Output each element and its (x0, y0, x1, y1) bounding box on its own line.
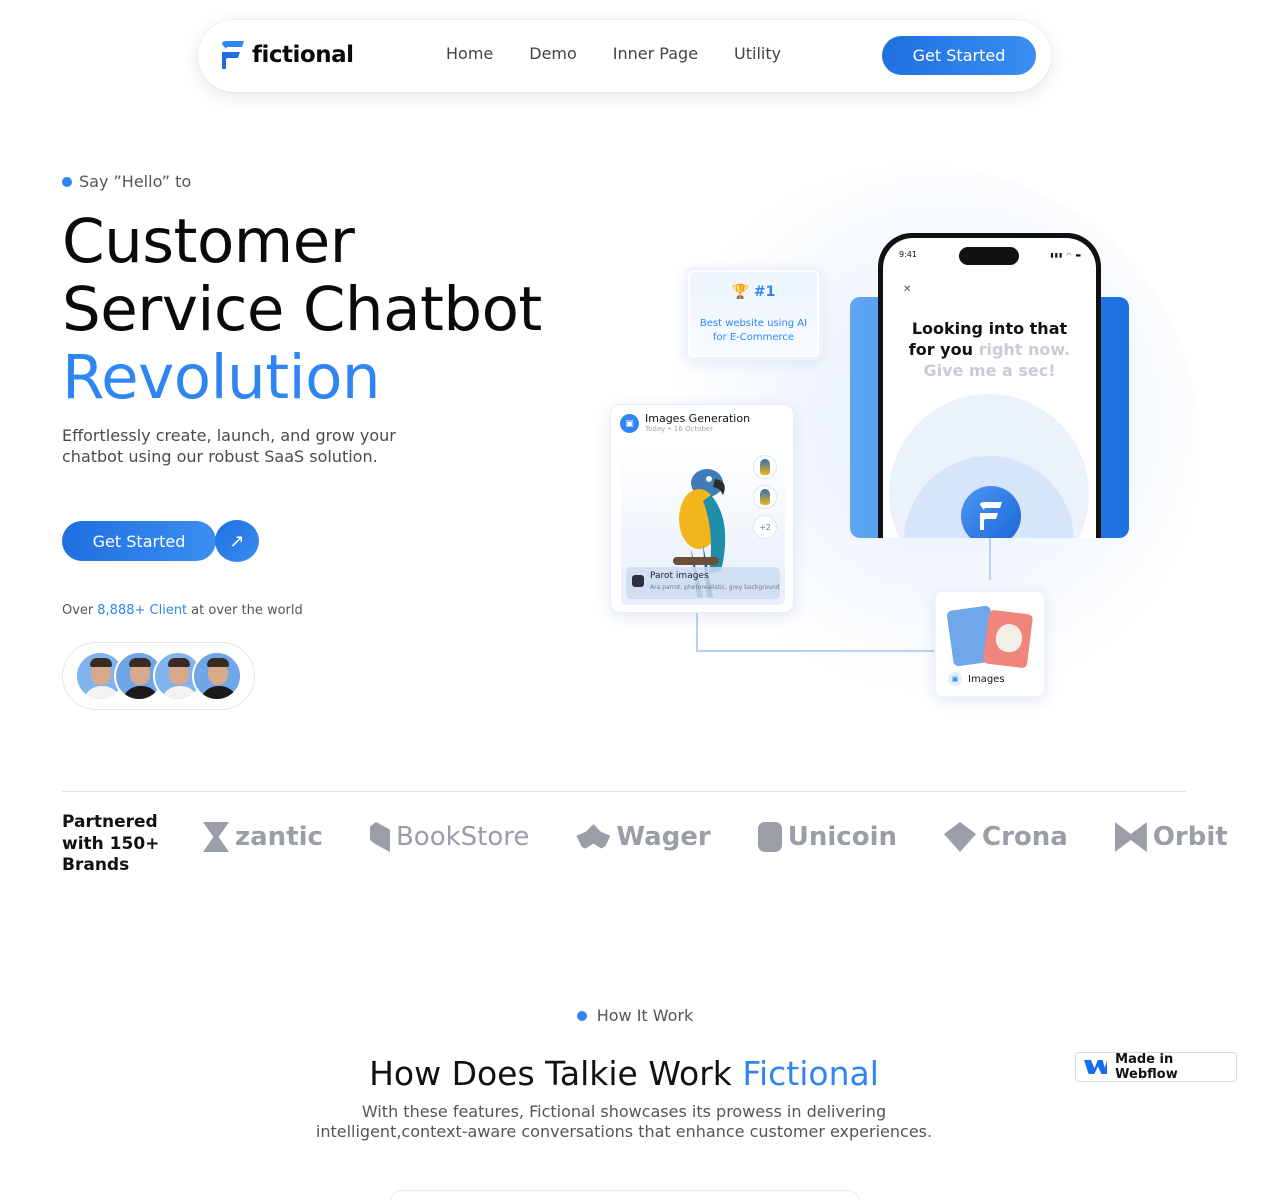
brand-name: Wager (616, 822, 711, 852)
dot-icon (576, 1010, 587, 1021)
logo-text: fictional (252, 42, 354, 68)
hero-eyebrow: Say ”Hello” to (62, 172, 191, 191)
prompt-subtitle: Ara parrot, photorealistic, grey backgro… (650, 584, 780, 591)
brand-name: Crona (982, 822, 1068, 852)
feature-card (390, 1190, 860, 1200)
thumbnail-list: +2 (753, 455, 777, 539)
brand-crona: Crona (944, 822, 1068, 852)
thumbnail[interactable] (753, 485, 777, 509)
gen-date: Today • 16 October (645, 425, 713, 433)
thumbnail[interactable] (753, 455, 777, 479)
award-card: 🏆 #1 Best website using AI for E-Commerc… (685, 267, 822, 360)
brand-orbit: Orbit (1114, 822, 1228, 852)
hero-title-line1: Customer (62, 206, 355, 277)
brand-wager: Wager (576, 822, 711, 852)
arrow-up-right-icon[interactable]: ↗ (215, 520, 259, 562)
hero-get-started-button[interactable]: Get Started (62, 521, 216, 561)
phone-message: Looking into that for you right now. Giv… (897, 318, 1082, 381)
images-label-text: Images (968, 673, 1005, 685)
brand-name: BookStore (395, 822, 530, 852)
gen-title: Images Generation (645, 412, 751, 425)
made-in-webflow-badge[interactable]: Made in Webflow (1075, 1052, 1237, 1082)
brand-name: Orbit (1152, 822, 1228, 852)
nav-link-inner-page[interactable]: Inner Page (613, 44, 698, 63)
crona-icon (944, 822, 976, 852)
logo-icon (220, 40, 246, 70)
unicoin-icon (757, 822, 782, 852)
phone-mockup: 9:41 ▮▮▮ ◠ ▬ ✕ Looking into that for you… (878, 233, 1101, 538)
logo[interactable]: fictional (220, 40, 354, 70)
prompt-bar: Parot images Ara parrot, photorealistic,… (626, 567, 780, 599)
close-icon[interactable]: ✕ (903, 284, 911, 295)
clients-suffix: at over the world (191, 603, 303, 618)
hero-cta-group: Get Started ↗ (62, 520, 259, 562)
how-title-accent: Fictional (742, 1054, 879, 1093)
connector-line (696, 612, 698, 652)
bookstore-icon (369, 822, 390, 852)
partners-label: Partnered with 150+ Brands (62, 812, 160, 875)
brand-name: zantic (235, 822, 323, 852)
how-eyebrow: How It Work (0, 1006, 1270, 1025)
avatar (192, 651, 242, 701)
award-text: Best website using AI for E-Commerce (699, 318, 808, 343)
image-generation-card: ▣ Images Generation Today • 16 October +… (610, 404, 794, 613)
clients-highlight: 8,888+ Client (97, 603, 188, 618)
image-icon: ▣ (620, 414, 639, 433)
zantic-icon (203, 822, 229, 852)
dot-icon (62, 176, 72, 187)
how-subtitle: With these features, Fictional showcases… (0, 1102, 1248, 1142)
hero-eyebrow-text: Say ”Hello” to (79, 172, 192, 191)
clients-prefix: Over (62, 603, 94, 618)
brand-unicoin: Unicoin (757, 822, 897, 852)
logo-icon (980, 502, 1002, 530)
generated-image: +2 Parot images Ara parrot, photorealist… (621, 447, 785, 605)
trophy-icon: 🏆 #1 (731, 284, 776, 300)
brand-bookstore: BookStore (369, 822, 530, 852)
nav-links: Home Demo Inner Page Utility (446, 44, 781, 63)
top-nav: fictional Home Demo Inner Page Utility G… (198, 20, 1051, 92)
images-card: ▣ Images (934, 590, 1046, 698)
phone-time: 9:41 (899, 250, 917, 259)
clients-text: Over 8,888+ Client at over the world (62, 603, 303, 618)
avatar-group (62, 642, 255, 710)
image-icon: ▣ (948, 672, 962, 686)
hero-subtitle: Effortlessly create, launch, and grow yo… (62, 426, 396, 466)
nav-link-utility[interactable]: Utility (734, 44, 781, 63)
prompt-title: Parot images (650, 571, 709, 581)
orbit-icon (1114, 822, 1147, 852)
how-subtitle-text: With these features, Fictional showcases… (315, 1102, 933, 1141)
nav-link-demo[interactable]: Demo (529, 44, 577, 63)
brand-zantic: zantic (203, 822, 323, 852)
wager-icon (576, 824, 611, 850)
more-thumbnails[interactable]: +2 (753, 515, 777, 539)
webflow-label: Made in Webflow (1115, 1052, 1178, 1082)
image-icon (632, 575, 644, 587)
connector-line (696, 650, 934, 652)
signal-battery-icon: ▮▮▮ ◠ ▬ (1050, 252, 1082, 259)
brand-logos: zantic BookStore Wager Unicoin Crona Orb… (203, 822, 1228, 852)
hero-title: Customer Service Chatbot Revolution (62, 208, 542, 412)
hero-title-accent: Revolution (62, 342, 381, 413)
hero-title-line2: Service Chatbot (62, 274, 542, 345)
nav-link-home[interactable]: Home (446, 44, 493, 63)
brand-name: Unicoin (787, 822, 897, 852)
how-eyebrow-text: How It Work (596, 1006, 694, 1025)
webflow-icon (1084, 1060, 1108, 1074)
images-label: ▣ Images (948, 672, 1005, 686)
voice-button[interactable] (961, 486, 1021, 538)
how-title: How Does Talkie Work Fictional (0, 1054, 1248, 1093)
dynamic-island (959, 247, 1019, 265)
divider (62, 791, 1186, 792)
nav-get-started-button[interactable]: Get Started (882, 36, 1036, 75)
connector-line (989, 538, 991, 580)
how-title-text: How Does Talkie Work (369, 1054, 732, 1093)
phone-screen: 9:41 ▮▮▮ ◠ ▬ ✕ Looking into that for you… (883, 238, 1096, 538)
